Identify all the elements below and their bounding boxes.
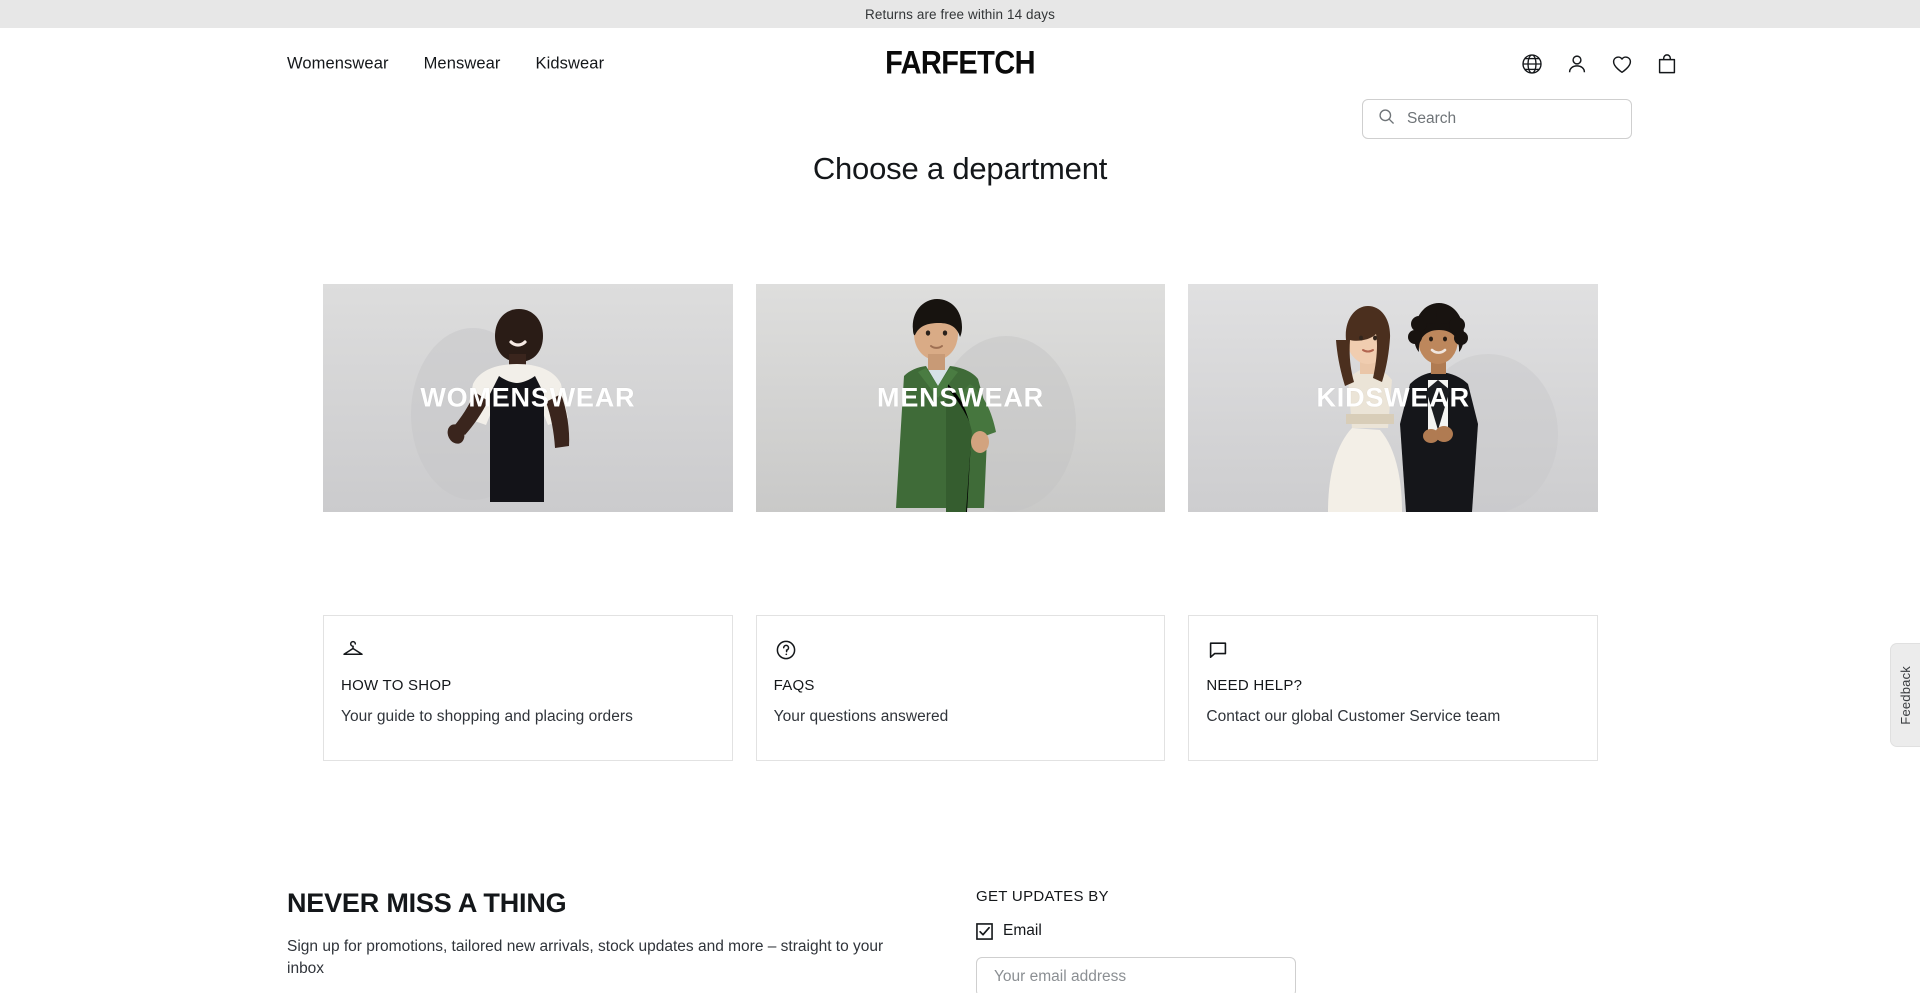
feedback-tab[interactable]: Feedback [1890, 643, 1920, 747]
department-label-menswear: MENSWEAR [877, 382, 1044, 413]
shopping-bag-icon[interactable] [1655, 52, 1679, 76]
email-optin-row[interactable]: Email [976, 922, 1296, 940]
nav-item-kidswear[interactable]: Kidswear [536, 55, 605, 74]
nav-item-menswear[interactable]: Menswear [424, 55, 501, 74]
email-checkbox-label: Email [1003, 922, 1042, 939]
globe-icon[interactable] [1520, 52, 1544, 76]
email-checkbox[interactable] [976, 922, 993, 940]
department-card-menswear[interactable]: MENSWEAR [755, 284, 1166, 512]
newsletter-heading: NEVER MISS A THING [287, 888, 567, 918]
speech-bubble-icon [1206, 638, 1230, 662]
department-card-list: WOMENSWEAR MENSWEAR KIDSWEAR [323, 284, 1599, 512]
search-container [1362, 99, 1632, 139]
announcement-text: Returns are free within 14 days [865, 6, 1055, 22]
wishlist-heart-icon[interactable] [1610, 52, 1634, 76]
search-icon [1377, 107, 1396, 131]
help-card-list: HOW TO SHOP Your guide to shopping and p… [323, 615, 1599, 761]
help-card-how-to-shop[interactable]: HOW TO SHOP Your guide to shopping and p… [323, 615, 733, 761]
help-card-subtitle: Contact our global Customer Service team [1206, 708, 1501, 725]
help-card-faqs[interactable]: FAQS Your questions answered [755, 615, 1166, 761]
help-card-title: HOW TO SHOP [341, 677, 452, 694]
help-card-subtitle: Your questions answered [773, 708, 949, 725]
header-icon-group [1520, 52, 1679, 76]
account-icon[interactable] [1565, 52, 1589, 76]
newsletter-section: NEVER MISS A THING Sign up for promotion… [287, 888, 1627, 993]
feedback-tab-label: Feedback [1898, 665, 1913, 725]
department-label-womenswear: WOMENSWEAR [420, 382, 636, 413]
site-header: Womenswear Menswear Kidswear FARFETCH [0, 28, 1920, 100]
nav-item-womenswear[interactable]: Womenswear [287, 55, 389, 74]
help-card-need-help[interactable]: NEED HELP? Contact our global Customer S… [1188, 615, 1599, 761]
get-updates-label: GET UPDATES BY [976, 888, 1109, 905]
search-input[interactable] [1407, 110, 1617, 128]
hanger-icon [341, 638, 365, 662]
newsletter-form: GET UPDATES BY Email [976, 888, 1296, 993]
help-card-subtitle: Your guide to shopping and placing order… [341, 708, 633, 725]
primary-navigation: Womenswear Menswear Kidswear [287, 55, 604, 74]
help-card-title: FAQS [773, 677, 815, 694]
department-card-womenswear[interactable]: WOMENSWEAR [323, 284, 733, 512]
search-box[interactable] [1362, 99, 1632, 139]
newsletter-copy: NEVER MISS A THING Sign up for promotion… [287, 888, 892, 993]
email-input[interactable] [976, 957, 1296, 993]
help-card-title: NEED HELP? [1206, 677, 1303, 694]
farfetch-logo[interactable]: FARFETCH [885, 46, 1035, 83]
page-title: Choose a department [812, 151, 1108, 186]
department-label-kidswear: KIDSWEAR [1316, 382, 1470, 413]
newsletter-description: Sign up for promotions, tailored new arr… [287, 938, 884, 977]
announcement-bar: Returns are free within 14 days [0, 0, 1920, 28]
question-circle-icon [774, 638, 798, 662]
department-card-kidswear[interactable]: KIDSWEAR [1188, 284, 1599, 512]
